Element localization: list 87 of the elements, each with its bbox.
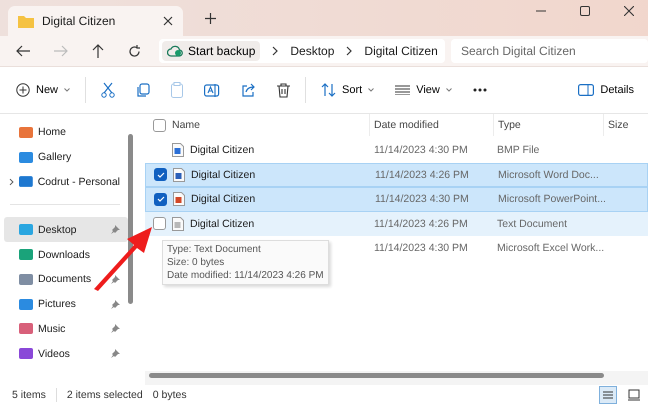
selection-size: 0 bytes [152,389,187,401]
sidebar-item[interactable]: Codrut - Personal [0,170,128,194]
file-icon [172,143,184,158]
new-button[interactable]: New [16,83,70,97]
checkmark-icon [156,172,164,178]
tooltip-line: Date modified: 11/14/2023 4:26 PM [167,269,324,282]
date-cell-text: 11/14/2023 4:30 PM [373,242,469,254]
more-icon[interactable] [472,88,487,92]
close-icon[interactable] [163,16,173,26]
trash-icon[interactable] [277,82,290,98]
item-count: 5 items [12,389,46,401]
view-button[interactable]: View [395,84,452,96]
plus-circle-icon [16,83,30,97]
copy-icon[interactable] [136,82,150,98]
type-cell-text: BMP File [496,144,540,156]
sidebar-item[interactable]: Home [0,120,128,145]
caret-icon [64,88,70,92]
caret-icon [368,88,374,92]
file-icon [172,216,184,231]
file-row[interactable]: Digital Citizen 11/14/2023 4:26 PM Text Document [145,212,648,236]
close-icon[interactable] [624,6,634,16]
date-cell-text: 11/14/2023 4:26 PM [374,168,470,181]
file-name: Digital Citizen [191,168,256,181]
new-tab-icon[interactable] [205,12,216,24]
rename-icon[interactable] [204,82,220,98]
type-cell-text: Text Document [496,218,568,230]
checkmark-icon [156,196,164,202]
sidebar-item[interactable]: Music [0,316,128,342]
date-cell-text: 11/14/2023 4:26 PM [373,218,469,230]
window-tab[interactable]: Digital Citizen [8,6,183,36]
file-row[interactable]: Digital Citizen 11/14/2023 4:26 PM Microsoft Word Doc... [145,162,648,187]
tooltip-line: Type: Text Document [167,243,262,256]
list-lines-icon [395,85,410,95]
date-cell-text: 11/14/2023 4:30 PM [374,193,470,206]
caret-icon [446,88,452,92]
tiles-view-icon[interactable] [626,387,642,403]
type-cell-text: Microsoft PowerPoint... [497,193,604,206]
details-button[interactable]: Details [578,84,634,96]
share-icon[interactable] [241,83,256,97]
maximize-icon[interactable] [580,6,590,16]
file-name: Digital Citizen [190,144,254,156]
column-header[interactable]: Name [172,119,200,131]
address-bar[interactable]: Start backup Desktop Digital Citizen [159,39,445,63]
details-view-icon[interactable] [600,387,616,403]
scissors-icon[interactable] [101,82,116,98]
panel-icon [578,84,594,96]
scrollbar-thumb[interactable] [128,134,133,304]
sort-button[interactable]: Sort [321,83,374,97]
breadcrumb[interactable]: Desktop [290,44,334,58]
type-cell-text: Microsoft Word Doc... [497,168,600,181]
back-arrow-icon[interactable] [16,45,30,57]
clipboard-icon [171,82,184,98]
minimize-icon[interactable] [536,10,546,12]
type-cell-text: Microsoft Excel Work... [496,242,603,254]
file-name: Digital Citizen [190,218,254,230]
breadcrumb[interactable]: Digital Citizen [364,44,438,58]
tooltip-line: Size: 0 bytes [167,256,226,269]
refresh-icon[interactable] [128,44,141,58]
search-field[interactable]: Search Digital Citizen [451,39,648,63]
file-name: Digital Citizen [191,193,256,206]
cloud-icon [167,45,183,57]
sidebar-item[interactable]: Videos [0,341,128,366]
file-row[interactable]: Digital Citizen 11/14/2023 4:30 PM Microsoft PowerPoint... [145,187,648,212]
annotation-arrow [92,225,154,291]
up-arrow-icon[interactable] [92,44,104,58]
column-header[interactable]: Size [603,114,648,136]
sort-arrows-icon [321,83,336,97]
column-header[interactable]: Type [493,114,603,136]
column-header[interactable]: Date modified [369,114,493,136]
select-all-checkbox[interactable] [153,118,166,132]
sidebar-item[interactable]: Downloads [0,242,128,267]
selection-count: 2 items selected [66,389,143,401]
row-checkbox[interactable] [154,192,167,206]
start-backup-button[interactable]: Start backup [162,41,260,61]
date-cell-text: 11/14/2023 4:30 PM [373,144,469,156]
row-checkbox[interactable] [153,217,166,230]
row-checkbox[interactable] [154,168,167,182]
scrollbar-thumb[interactable] [149,373,604,378]
sidebar-item[interactable]: Desktop [4,217,128,242]
file-icon [173,168,185,182]
sidebar-item[interactable]: Gallery [0,144,128,170]
expand-chevron-icon[interactable] [9,178,14,186]
file-icon [173,192,185,206]
sidebar-item[interactable]: Documents [0,266,128,292]
chevron-icon [346,46,352,56]
sidebar-item[interactable]: Pictures [0,292,128,317]
chevron-icon [272,46,278,56]
